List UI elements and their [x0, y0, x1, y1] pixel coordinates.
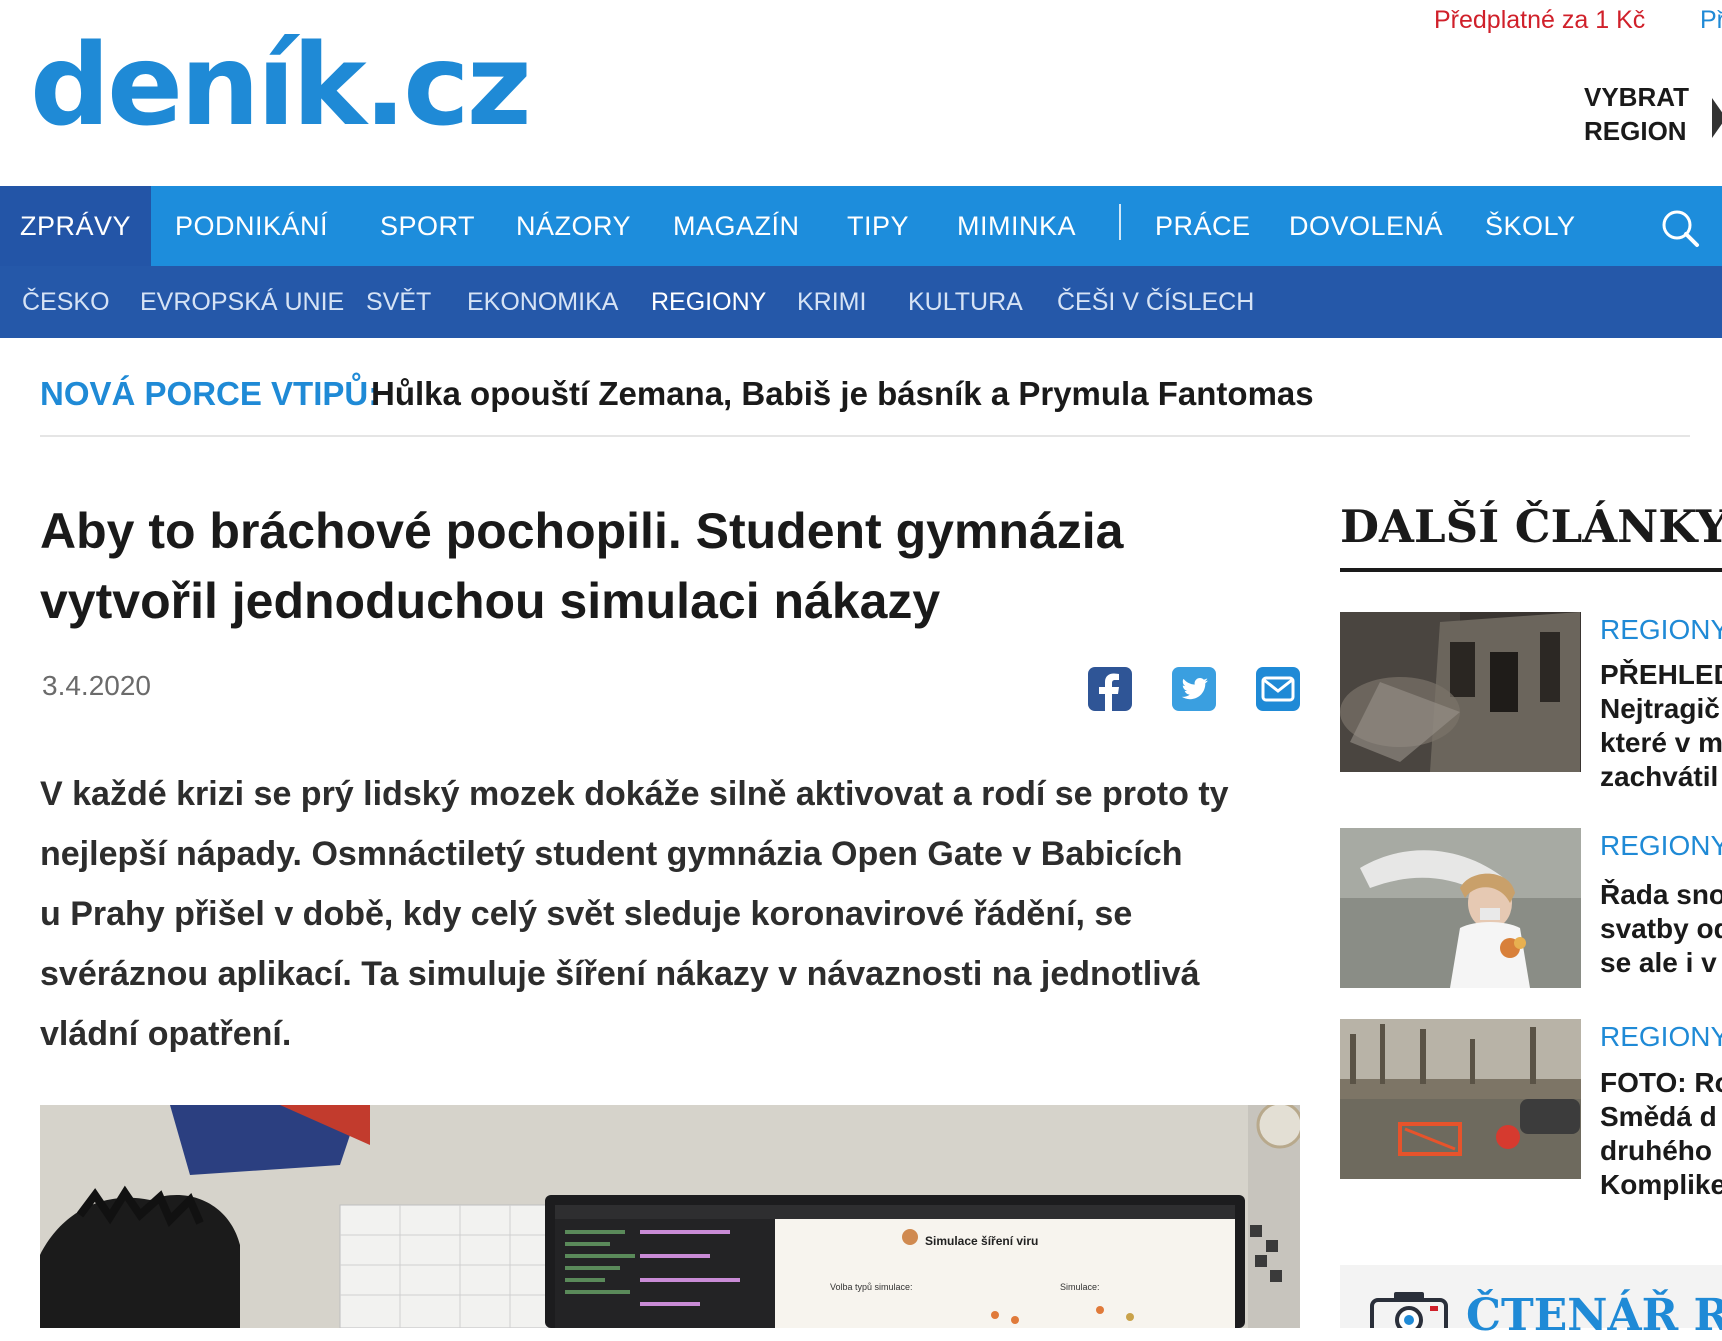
card-category[interactable]: REGIONY [1600, 614, 1722, 646]
lead-line: nejlepší nápady. Osmnáctiletý student gy… [40, 835, 1183, 873]
card-title-line: Řada sno [1600, 879, 1722, 910]
subnav-item-cesko[interactable]: ČESKO [22, 266, 110, 338]
card-image[interactable] [1340, 612, 1581, 772]
article-photo[interactable]: Simulace šíření viru Volba typů simulace… [40, 1105, 1300, 1328]
subnav-item-cesi-v-cislech[interactable]: ČEŠI V ČÍSLECH [1057, 266, 1254, 338]
card-photo-fire [1340, 612, 1581, 772]
card-title-line: zachvátil [1600, 761, 1719, 792]
card-title-line: Smědá d [1600, 1101, 1717, 1132]
chevron-right-icon[interactable] [1712, 98, 1722, 138]
article-lead: V každé krizi se prý lidský mozek dokáže… [40, 764, 1320, 1064]
card-title-line: PŘEHLED [1600, 659, 1722, 690]
card-image[interactable] [1340, 1019, 1581, 1179]
headline-line: Aby to bráchové pochopili. Student gymná… [40, 503, 1124, 559]
photo-screen-right-label: Simulace: [1060, 1282, 1100, 1292]
card-title[interactable]: PŘEHLED Nejtragič které v m zachvátil [1600, 658, 1722, 794]
subnav-item-regiony[interactable]: REGIONY [651, 266, 766, 338]
sidebar-divider [1340, 568, 1722, 572]
facebook-icon[interactable] [1088, 667, 1132, 711]
card-category[interactable]: REGIONY [1600, 830, 1722, 862]
nav-item-skoly[interactable]: ŠKOLY [1485, 186, 1576, 266]
card-photo-bride [1340, 828, 1581, 988]
teaser-link[interactable]: Hůlka opouští Zemana, Babiš je básník a … [371, 375, 1314, 413]
lead-line: svéráznou aplikací. Ta simuluje šíření n… [40, 955, 1200, 993]
card-title-line: FOTO: Ro [1600, 1067, 1722, 1098]
photo-illustration: Simulace šíření viru Volba typů simulace… [40, 1105, 1300, 1328]
nav-item-podnikani[interactable]: PODNIKÁNÍ [175, 186, 328, 266]
nav-item-sport[interactable]: SPORT [380, 186, 475, 266]
card-photo-flood [1340, 1019, 1581, 1179]
twitter-icon[interactable] [1172, 667, 1216, 711]
region-label-line2: REGION [1584, 116, 1687, 146]
subnav-item-krimi[interactable]: KRIMI [797, 266, 866, 338]
subnav-item-kultura[interactable]: KULTURA [908, 266, 1023, 338]
card-title-line: svatby od [1600, 913, 1722, 944]
nav-item-miminka[interactable]: MIMINKA [957, 186, 1076, 266]
card-title[interactable]: Řada sno svatby od se ale i v [1600, 878, 1722, 980]
nav-item-tipy[interactable]: TIPY [847, 186, 909, 266]
nav-item-zpravy[interactable]: ZPRÁVY [0, 186, 151, 266]
lead-line: u Prahy přišel v době, kdy celý svět sle… [40, 895, 1133, 933]
card-title-line: se ale i v [1600, 947, 1717, 978]
subnav-item-svet[interactable]: SVĚT [366, 266, 431, 338]
card-category[interactable]: REGIONY [1600, 1021, 1722, 1053]
lead-line: V každé krizi se prý lidský mozek dokáže… [40, 775, 1229, 813]
article-date: 3.4.2020 [42, 670, 151, 701]
card-title-line: druhého [1600, 1135, 1712, 1166]
lead-line: vládní opatření. [40, 1015, 292, 1053]
reader-label: ČTENÁŘ RE [1466, 1290, 1722, 1341]
headline-line: vytvořil jednoduchou simulaci nákazy [40, 573, 941, 629]
site-logo[interactable]: deník.cz [30, 30, 532, 142]
teaser-label: NOVÁ PORCE VTIPŮ: [40, 375, 380, 412]
card-title-line: Nejtragič [1600, 693, 1720, 724]
article-headline: Aby to bráchové pochopili. Student gymná… [40, 496, 1300, 636]
nav-item-nazory[interactable]: NÁZORY [516, 186, 631, 266]
subnav-item-ekonomika[interactable]: EKONOMIKA [467, 266, 618, 338]
subscribe-link[interactable]: Předplatné za 1 Kč [1434, 6, 1645, 35]
nav-item-prace[interactable]: PRÁCE [1155, 186, 1251, 266]
select-region-button[interactable]: VYBRAT REGION [1584, 80, 1689, 148]
search-icon[interactable] [1660, 208, 1700, 248]
nav-item-dovolena[interactable]: DOVOLENÁ [1289, 186, 1443, 266]
primary-nav: ZPRÁVY PODNIKÁNÍ SPORT NÁZORY MAGAZÍN TI… [0, 186, 1722, 266]
header-link-cut[interactable]: Př [1700, 6, 1722, 35]
reader-reporter-label[interactable]: ČTENÁŘ RE [1466, 1290, 1722, 1341]
sidebar-title: DALŠÍ ČLÁNKY Z [1340, 500, 1722, 553]
secondary-nav: ČESKO EVROPSKÁ UNIE SVĚT EKONOMIKA REGIO… [0, 266, 1722, 338]
photo-screen-title: Simulace šíření viru [925, 1234, 1038, 1248]
photo-screen-left-label: Volba typů simulace: [830, 1282, 913, 1292]
email-icon[interactable] [1256, 667, 1300, 711]
card-image[interactable] [1340, 828, 1581, 988]
camera-icon [1370, 1292, 1448, 1328]
card-title-line: které v m [1600, 727, 1722, 758]
subnav-item-evropska-unie[interactable]: EVROPSKÁ UNIE [140, 266, 344, 338]
card-title[interactable]: FOTO: Ro Smědá d druhého Komplike [1600, 1066, 1722, 1202]
card-title-line: Komplike [1600, 1169, 1722, 1200]
nav-item-magazin[interactable]: MAGAZÍN [673, 186, 800, 266]
divider [40, 435, 1690, 437]
region-label-line1: VYBRAT [1584, 82, 1689, 112]
nav-divider [1119, 204, 1121, 240]
